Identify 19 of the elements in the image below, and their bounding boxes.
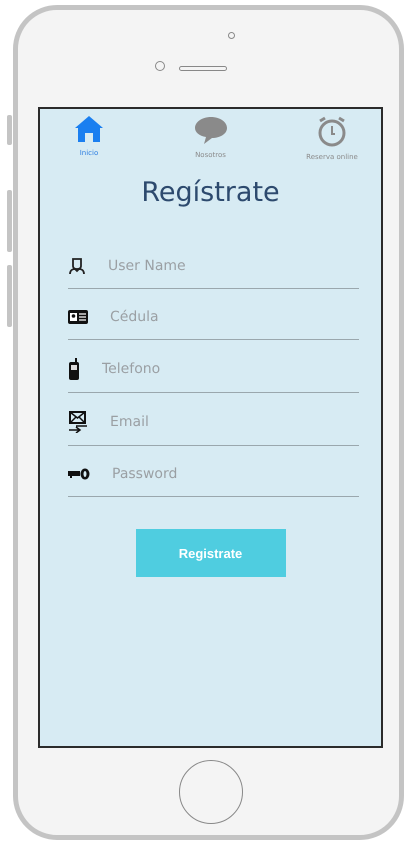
input-field[interactable]: User Name [108, 256, 359, 276]
user-icon [68, 257, 86, 275]
key-icon [68, 468, 90, 480]
input-field[interactable]: Cédula [110, 307, 359, 327]
page-title: Regístrate [140, 177, 281, 208]
input-field[interactable]: Password [112, 464, 359, 484]
stopwatch-icon [316, 115, 348, 147]
home-button[interactable] [178, 760, 242, 824]
register-button[interactable]: Registrate [136, 529, 286, 577]
id-card-icon [68, 310, 88, 324]
home-icon [74, 115, 104, 143]
sensor-dot [228, 32, 234, 39]
envelope-icon [68, 411, 88, 433]
speaker-slot [178, 66, 226, 71]
input-field[interactable]: Telefono [102, 359, 359, 379]
input-field[interactable]: Email [110, 412, 359, 432]
speech-bubble-icon [194, 115, 228, 145]
mobile-phone-icon [68, 358, 80, 380]
camera-lens [154, 61, 164, 71]
